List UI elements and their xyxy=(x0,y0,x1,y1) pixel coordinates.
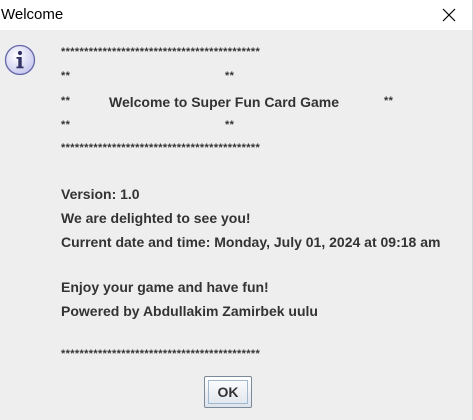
footer-border: ****************************************… xyxy=(61,348,261,360)
banner-side-right: ** xyxy=(225,119,235,131)
message-dialog: Welcome ********************************… xyxy=(0,0,473,420)
dialog-content: ****************************************… xyxy=(0,30,472,420)
ok-button[interactable]: OK xyxy=(204,376,252,408)
greeting-text: We are delighted to see you! xyxy=(61,210,251,226)
banner-heading: Welcome to Super Fun Card Game xyxy=(109,94,340,110)
info-icon xyxy=(4,44,36,76)
close-button[interactable] xyxy=(426,0,472,30)
window-title: Welcome xyxy=(1,6,64,23)
datetime-text: Current date and time: Monday, July 01, … xyxy=(61,234,441,250)
banner-side-right: ** xyxy=(384,95,394,107)
banner-side-left: ** xyxy=(61,95,71,107)
banner-side-left: ** xyxy=(61,70,71,82)
banner-border-top: ****************************************… xyxy=(61,46,261,58)
banner-side-right: ** xyxy=(225,70,235,82)
banner-border-bottom: ****************************************… xyxy=(61,142,261,154)
ok-button-label: OK xyxy=(208,380,248,404)
banner-side-left: ** xyxy=(61,119,71,131)
close-icon xyxy=(442,8,456,22)
enjoy-text: Enjoy your game and have fun! xyxy=(61,279,269,295)
powered-by-text: Powered by Abdullakim Zamirbek uulu xyxy=(61,303,318,319)
title-bar[interactable]: Welcome xyxy=(0,0,472,30)
version-text: Version: 1.0 xyxy=(61,186,140,202)
